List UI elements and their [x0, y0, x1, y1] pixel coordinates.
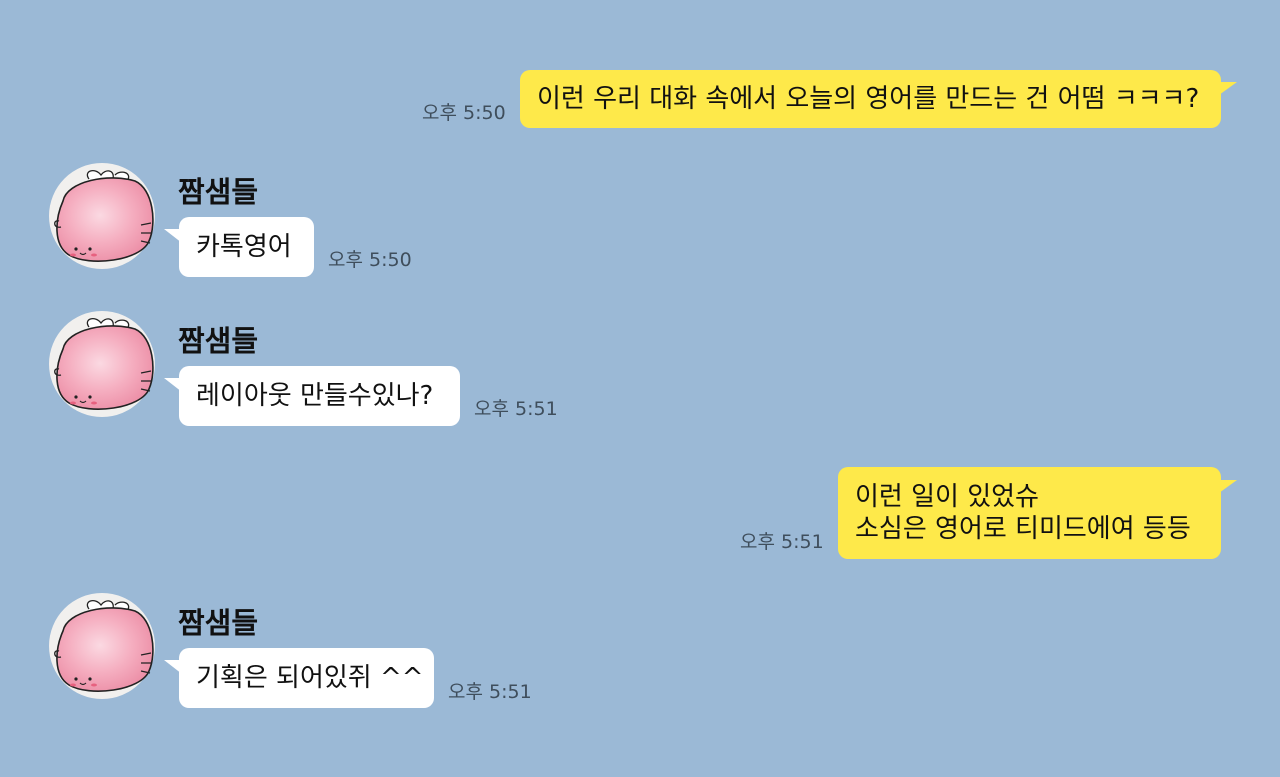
- message-time: 오후 5:50: [422, 102, 506, 124]
- pink-blob-avatar-icon[interactable]: [49, 593, 155, 699]
- bubble-tail: [1219, 82, 1237, 95]
- message-text-line-2: 소심은 영어로 티미드에여 등등: [855, 514, 1191, 544]
- message-text: 이런 우리 대화 속에서 오늘의 영어를 만드는 건 어떰 ㅋㅋㅋ?: [537, 84, 1200, 114]
- pink-blob-avatar-icon[interactable]: [49, 163, 155, 269]
- sender-name: 짬샘들: [178, 324, 259, 358]
- pink-blob-avatar-icon[interactable]: [49, 311, 155, 417]
- bubble-tail: [1219, 480, 1237, 493]
- message-time: 오후 5:50: [328, 249, 412, 271]
- sender-name: 짬샘들: [178, 175, 259, 209]
- message-time: 오후 5:51: [740, 531, 824, 553]
- message-time: 오후 5:51: [448, 681, 532, 703]
- message-time: 오후 5:51: [474, 398, 558, 420]
- their-message-bubble[interactable]: 레이아웃 만들수있나?: [179, 366, 460, 426]
- sender-name: 짬샘들: [178, 606, 259, 640]
- my-message-bubble[interactable]: 이런 우리 대화 속에서 오늘의 영어를 만드는 건 어떰 ㅋㅋㅋ?: [520, 70, 1221, 128]
- message-text: 레이아웃 만들수있나?: [196, 381, 434, 411]
- message-text: 카톡영어: [196, 232, 292, 262]
- their-message-bubble[interactable]: 기획은 되어있쥐 ^^: [179, 648, 434, 708]
- message-text-line-1: 이런 일이 있었슈: [855, 482, 1039, 512]
- message-text: 기획은 되어있쥐 ^^: [196, 663, 424, 693]
- my-message-bubble[interactable]: 이런 일이 있었슈 소심은 영어로 티미드에여 등등: [838, 467, 1221, 559]
- their-message-bubble[interactable]: 카톡영어: [179, 217, 314, 277]
